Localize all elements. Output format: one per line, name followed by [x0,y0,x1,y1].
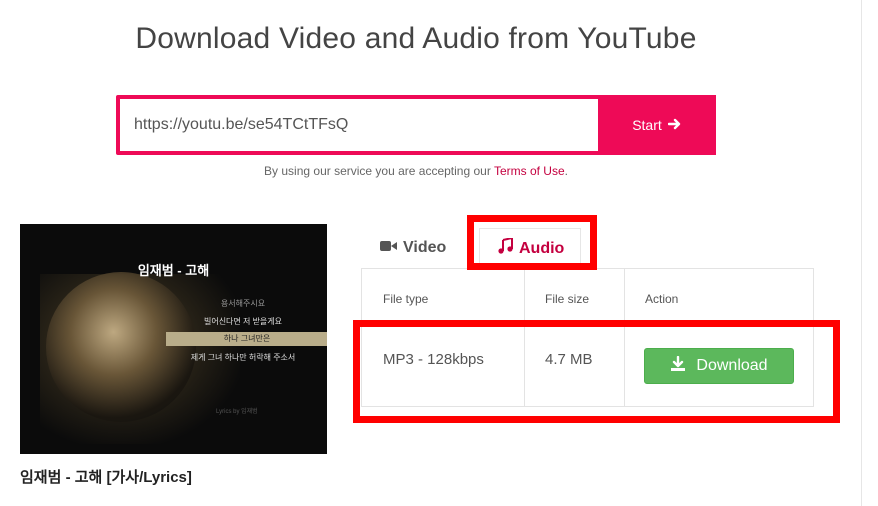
terms-suffix: . [564,164,568,178]
url-search-bar: Start [116,95,716,155]
header-action: Action [645,292,679,306]
thumbnail-title: 임재범 - 고해 [137,263,210,278]
lyric-line: 용서해주시요 [220,299,266,308]
terms-notice: By using our service you are accepting o… [0,164,832,178]
page-title: Download Video and Audio from YouTube [135,22,697,55]
tab-video-label: Video [403,239,447,256]
terms-prefix: By using our service you are accepting o… [264,164,494,178]
header-file-type: File type [383,292,429,306]
video-thumbnail[interactable]: 임재범 - 고해 용서해주시요 빌어신다면 저 받을게요 하나 그녀만은 제게 … [20,224,327,454]
start-button[interactable]: Start [598,95,716,155]
header-file-size: File size [545,292,590,306]
video-camera-icon [380,239,397,257]
thumbnail-credit: Lyrics by 임재범 [216,409,258,415]
highlight-box-audio-tab [467,215,597,270]
start-label: Start [632,117,662,133]
singer-portrait [46,272,196,422]
video-caption: 임재범 - 고해 [가사/Lyrics] [20,469,192,486]
highlight-box-download-row [353,320,840,423]
lyric-line: 제게 그녀 하나만 허락해 주소서 [190,353,296,362]
lyric-line-highlighted: 하나 그녀만은 [166,332,327,346]
arrow-right-icon [667,117,682,133]
terms-of-use-link[interactable]: Terms of Use [494,164,565,178]
tab-video[interactable]: Video [362,228,466,268]
vertical-scrollbar[interactable] [861,0,878,506]
url-input[interactable] [120,99,598,151]
lyric-line: 빌어신다면 저 받을게요 [203,317,283,326]
